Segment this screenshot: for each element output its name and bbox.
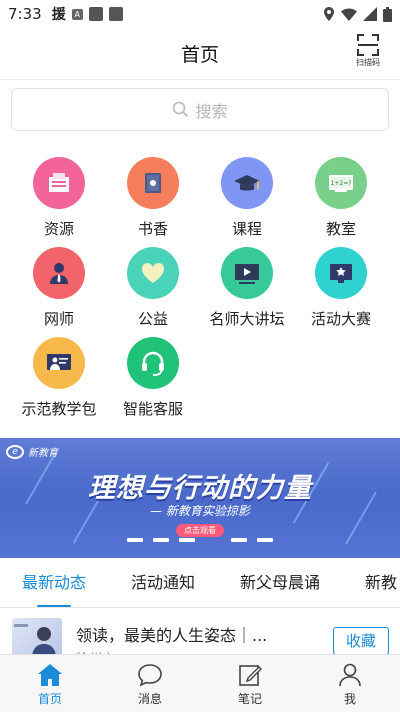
note-icon <box>239 665 262 686</box>
book-icon <box>127 157 179 209</box>
home-screen: 7:33 援 A 首页 扫描码 搜索 资源 书香 课程 1+2=? 教室 网师 … <box>0 0 400 712</box>
category-item-resource[interactable]: 资源 <box>12 157 106 247</box>
banner-headline: 理想与行动的力量 <box>88 473 312 504</box>
nav-label: 首页 <box>37 692 62 706</box>
search-bar-wrapper: 搜索 <box>0 80 400 131</box>
category-item-teaching-package[interactable]: 示范教学包 <box>12 337 106 427</box>
banner-dot[interactable] <box>231 538 247 542</box>
category-label: 公益 <box>137 310 168 328</box>
wifi-icon <box>341 8 357 21</box>
category-item-course[interactable]: 课程 <box>200 157 294 247</box>
banner-cta-button[interactable]: 点击观看 <box>176 524 224 537</box>
heart-icon <box>127 247 179 299</box>
search-placeholder: 搜索 <box>195 101 228 121</box>
scan-icon <box>357 34 379 56</box>
banner-logo: e 新教育 <box>6 444 58 459</box>
status-time: 7:33 <box>8 5 42 23</box>
news-list-item[interactable]: 领读，最美的人生姿态｜... 徐州市 收藏 <box>0 614 400 667</box>
notification-yuan-icon: 援 <box>51 7 66 23</box>
tab-label: 活动通知 <box>131 572 196 592</box>
category-label: 智能客服 <box>122 400 183 418</box>
category-item-lecture[interactable]: 名师大讲坛 <box>200 247 294 337</box>
category-label: 网师 <box>43 310 74 328</box>
category-item-charity[interactable]: 公益 <box>106 247 200 337</box>
category-label: 书香 <box>137 220 168 238</box>
category-item-classroom[interactable]: 1+2=? 教室 <box>294 157 388 247</box>
banner-subtitle: — 新教育实验掠影 <box>150 504 250 518</box>
tab-label: 新教 <box>365 572 398 592</box>
app-header: 首页 扫描码 <box>0 28 400 80</box>
graduation-cap-icon <box>221 157 273 209</box>
category-item-customer-service[interactable]: 智能客服 <box>106 337 200 427</box>
notification-a-icon: A <box>71 8 83 20</box>
location-icon <box>324 7 334 21</box>
category-label: 名师大讲坛 <box>209 310 285 328</box>
headset-icon <box>127 337 179 389</box>
scan-label: 扫描码 <box>356 58 380 67</box>
nav-home[interactable]: 首页 <box>0 655 100 712</box>
banner-dot[interactable] <box>179 538 195 542</box>
bottom-navigation: 首页 消息 笔记 我 <box>0 654 400 712</box>
status-notification-icons: 援 A <box>52 4 123 24</box>
nav-label: 消息 <box>137 692 162 706</box>
tab-notices[interactable]: 活动通知 <box>131 558 196 607</box>
message-icon <box>138 664 162 687</box>
tab-latest[interactable]: 最新动态 <box>22 558 87 607</box>
promo-banner[interactable]: e 新教育 理想与行动的力量 — 新教育实验掠影 点击观看 <box>0 438 400 558</box>
category-label: 课程 <box>231 220 262 238</box>
banner-dot[interactable] <box>127 538 143 542</box>
teaching-package-icon <box>33 337 85 389</box>
category-item-book[interactable]: 书香 <box>106 157 200 247</box>
video-lecture-icon <box>221 247 273 299</box>
tab-new-education[interactable]: 新教 <box>365 558 398 607</box>
status-bar: 7:33 援 A <box>0 0 400 28</box>
category-label: 教室 <box>325 220 356 238</box>
news-title: 领读，最美的人生姿态｜... <box>76 626 268 645</box>
nav-me[interactable]: 我 <box>300 655 400 712</box>
signal-icon <box>363 7 377 21</box>
tab-label: 最新动态 <box>22 572 87 592</box>
search-icon <box>173 101 189 118</box>
blackboard-icon: 1+2=? <box>315 157 367 209</box>
app-notification-icon <box>108 7 123 21</box>
home-icon <box>38 664 62 686</box>
svg-text:1+2=?: 1+2=? <box>331 180 352 187</box>
category-item-competition[interactable]: 活动大赛 <box>294 247 388 337</box>
banner-logo-text: 新教育 <box>28 448 58 459</box>
tab-label: 新父母晨诵 <box>240 572 321 592</box>
battery-icon <box>383 6 392 22</box>
banner-pagination <box>0 538 400 542</box>
nav-notes[interactable]: 笔记 <box>200 655 300 712</box>
banner-dot[interactable] <box>153 538 169 542</box>
banner-dot[interactable] <box>257 538 273 542</box>
news-thumbnail <box>12 618 62 658</box>
banner-logo-mark: e <box>6 444 24 459</box>
search-input[interactable]: 搜索 <box>11 88 389 131</box>
teacher-icon <box>33 247 85 299</box>
favorite-button[interactable]: 收藏 <box>333 627 389 655</box>
category-label: 资源 <box>43 220 74 238</box>
tab-parents-recital[interactable]: 新父母晨诵 <box>240 558 321 607</box>
page-title: 首页 <box>180 44 219 66</box>
category-label: 示范教学包 <box>21 400 97 418</box>
user-icon <box>339 663 361 687</box>
trophy-icon <box>315 247 367 299</box>
status-system-icons <box>323 6 392 22</box>
resource-icon <box>33 157 85 209</box>
category-grid: 资源 书香 课程 1+2=? 教室 网师 公益 名师大讲坛 活动大赛 示范教学包… <box>0 131 400 427</box>
nav-label: 笔记 <box>237 692 262 706</box>
nav-label: 我 <box>343 692 356 706</box>
category-item-online-teacher[interactable]: 网师 <box>12 247 106 337</box>
scan-button[interactable]: 扫描码 <box>350 34 386 74</box>
nav-messages[interactable]: 消息 <box>100 655 200 712</box>
news-tabs: 最新动态 活动通知 新父母晨诵 新教 <box>0 558 400 608</box>
app-notification-icon <box>88 7 103 21</box>
category-label: 活动大赛 <box>310 310 371 328</box>
